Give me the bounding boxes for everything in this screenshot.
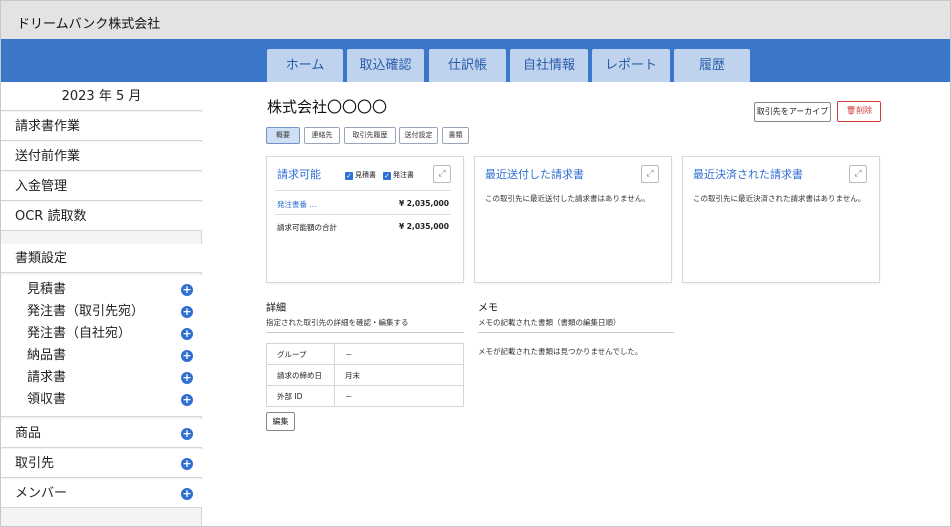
memo-title: メモ	[478, 303, 498, 314]
sidebar-item-clients[interactable]: 取引先 +	[1, 449, 202, 478]
order-checkbox[interactable]: ✓ 発注書	[383, 170, 414, 180]
sidebar-subitem-estimate[interactable]: 見積書 +	[1, 279, 202, 301]
detail-table: グループ － 請求の締め日 月末 外部 ID －	[266, 343, 464, 407]
sidebar: 2023 年 5 月 請求書作業 送付前作業 入金管理 OCR 読取数 書類設定…	[1, 82, 202, 526]
sidebar-item-ocr[interactable]: OCR 読取数	[1, 202, 202, 231]
plus-icon[interactable]: +	[181, 328, 193, 340]
table-row: 請求の締め日 月末	[266, 364, 464, 386]
subtab-contacts[interactable]: 連絡先	[304, 127, 340, 144]
detail-title: 詳細	[266, 303, 286, 314]
app-window: ドリームバンク株式会社 ホーム 取込確認 仕訳帳 自社情報 レポート 履歴 20…	[0, 0, 951, 527]
sidebar-item-invoice-work[interactable]: 請求書作業	[1, 112, 202, 141]
expand-icon[interactable]: ⤢	[849, 165, 867, 183]
trash-icon: 🗑	[845, 106, 857, 115]
plus-icon[interactable]: +	[181, 458, 193, 470]
billable-row-order[interactable]: 発注書番 ... ¥ 2,035,000	[277, 199, 449, 210]
plus-icon[interactable]: +	[181, 284, 193, 296]
expand-icon[interactable]: ⤢	[641, 165, 659, 183]
expand-icon[interactable]: ⤢	[433, 165, 451, 183]
memo-subtitle: メモの記載された書類（書類の編集日順）	[478, 318, 621, 327]
sidebar-item-products[interactable]: 商品 +	[1, 419, 202, 448]
tab-report[interactable]: レポート	[592, 49, 670, 82]
sidebar-item-payment[interactable]: 入金管理	[1, 172, 202, 201]
sidebar-subitem-order-client[interactable]: 発注書（取引先宛） +	[1, 301, 202, 323]
plus-icon[interactable]: +	[181, 306, 193, 318]
tab-import-check[interactable]: 取込確認	[347, 49, 424, 82]
sidebar-item-doc-settings[interactable]: 書類設定	[1, 244, 202, 273]
plus-icon[interactable]: +	[181, 350, 193, 362]
recent-settled-card: 最近決済された請求書 ⤢ この取引先に最近決済された請求書はありません。	[682, 156, 880, 283]
recent-sent-card: 最近送付した請求書 ⤢ この取引先に最近送付した請求書はありません。	[474, 156, 672, 283]
subtab-client-history[interactable]: 取引先履歴	[344, 127, 396, 144]
subtab-documents[interactable]: 書類	[442, 127, 469, 144]
memo-empty: メモが記載された書類は見つかりませんでした。	[478, 347, 643, 356]
sidebar-subitem-receipt[interactable]: 領収書 +	[1, 389, 202, 411]
sidebar-item-pre-send[interactable]: 送付前作業	[1, 142, 202, 171]
delete-button[interactable]: 🗑削除	[837, 101, 881, 122]
recent-settled-empty: この取引先に最近決済された請求書はありません。	[693, 194, 866, 203]
sidebar-subitem-order-self[interactable]: 発注書（自社宛） +	[1, 323, 202, 345]
plus-icon[interactable]: +	[181, 394, 193, 406]
sidebar-subitem-delivery[interactable]: 納品書 +	[1, 345, 202, 367]
billable-row-total: 請求可能額の合計 ¥ 2,035,000	[277, 222, 449, 232]
checkmark-icon: ✓	[383, 172, 391, 180]
title-bar: ドリームバンク株式会社	[1, 1, 950, 39]
tab-journal[interactable]: 仕訳帳	[429, 49, 506, 82]
billable-card: 請求可能 ✓ 見積書 ✓ 発注書 ⤢ 発注書番 ... ¥ 2,035,000 請求…	[266, 156, 464, 283]
subtab-overview[interactable]: 概要	[266, 127, 300, 144]
plus-icon[interactable]: +	[181, 428, 193, 440]
main-nav: ホーム 取込確認 仕訳帳 自社情報 レポート 履歴	[1, 39, 950, 82]
recent-settled-title: 最近決済された請求書	[693, 168, 803, 181]
main-content: 株式会社〇〇〇〇 取引先をアーカイブ 🗑削除 概要 連絡先 取引先履歴 送付設定…	[203, 82, 950, 526]
checkmark-icon: ✓	[345, 172, 353, 180]
plus-icon[interactable]: +	[181, 372, 193, 384]
recent-sent-title: 最近送付した請求書	[485, 168, 584, 181]
sidebar-item-members[interactable]: メンバー +	[1, 479, 202, 508]
plus-icon[interactable]: +	[181, 488, 193, 500]
estimate-checkbox[interactable]: ✓ 見積書	[345, 170, 376, 180]
billable-card-title: 請求可能	[277, 168, 321, 181]
archive-button[interactable]: 取引先をアーカイブ	[754, 102, 831, 122]
tab-home[interactable]: ホーム	[267, 49, 343, 82]
table-row: 外部 ID －	[266, 385, 464, 407]
tab-company-info[interactable]: 自社情報	[510, 49, 588, 82]
recent-sent-empty: この取引先に最近送付した請求書はありません。	[485, 194, 650, 203]
company-name: ドリームバンク株式会社	[17, 17, 161, 32]
detail-subtitle: 指定された取引先の詳細を確認・編集する	[266, 318, 409, 327]
current-month: 2023 年 5 月	[1, 82, 202, 111]
sidebar-subitem-invoice[interactable]: 請求書 +	[1, 367, 202, 389]
table-row: グループ －	[266, 343, 464, 365]
subtab-send-settings[interactable]: 送付設定	[399, 127, 438, 144]
edit-button[interactable]: 編集	[266, 412, 295, 431]
tab-history[interactable]: 履歴	[674, 49, 750, 82]
page-title: 株式会社〇〇〇〇	[267, 98, 388, 116]
